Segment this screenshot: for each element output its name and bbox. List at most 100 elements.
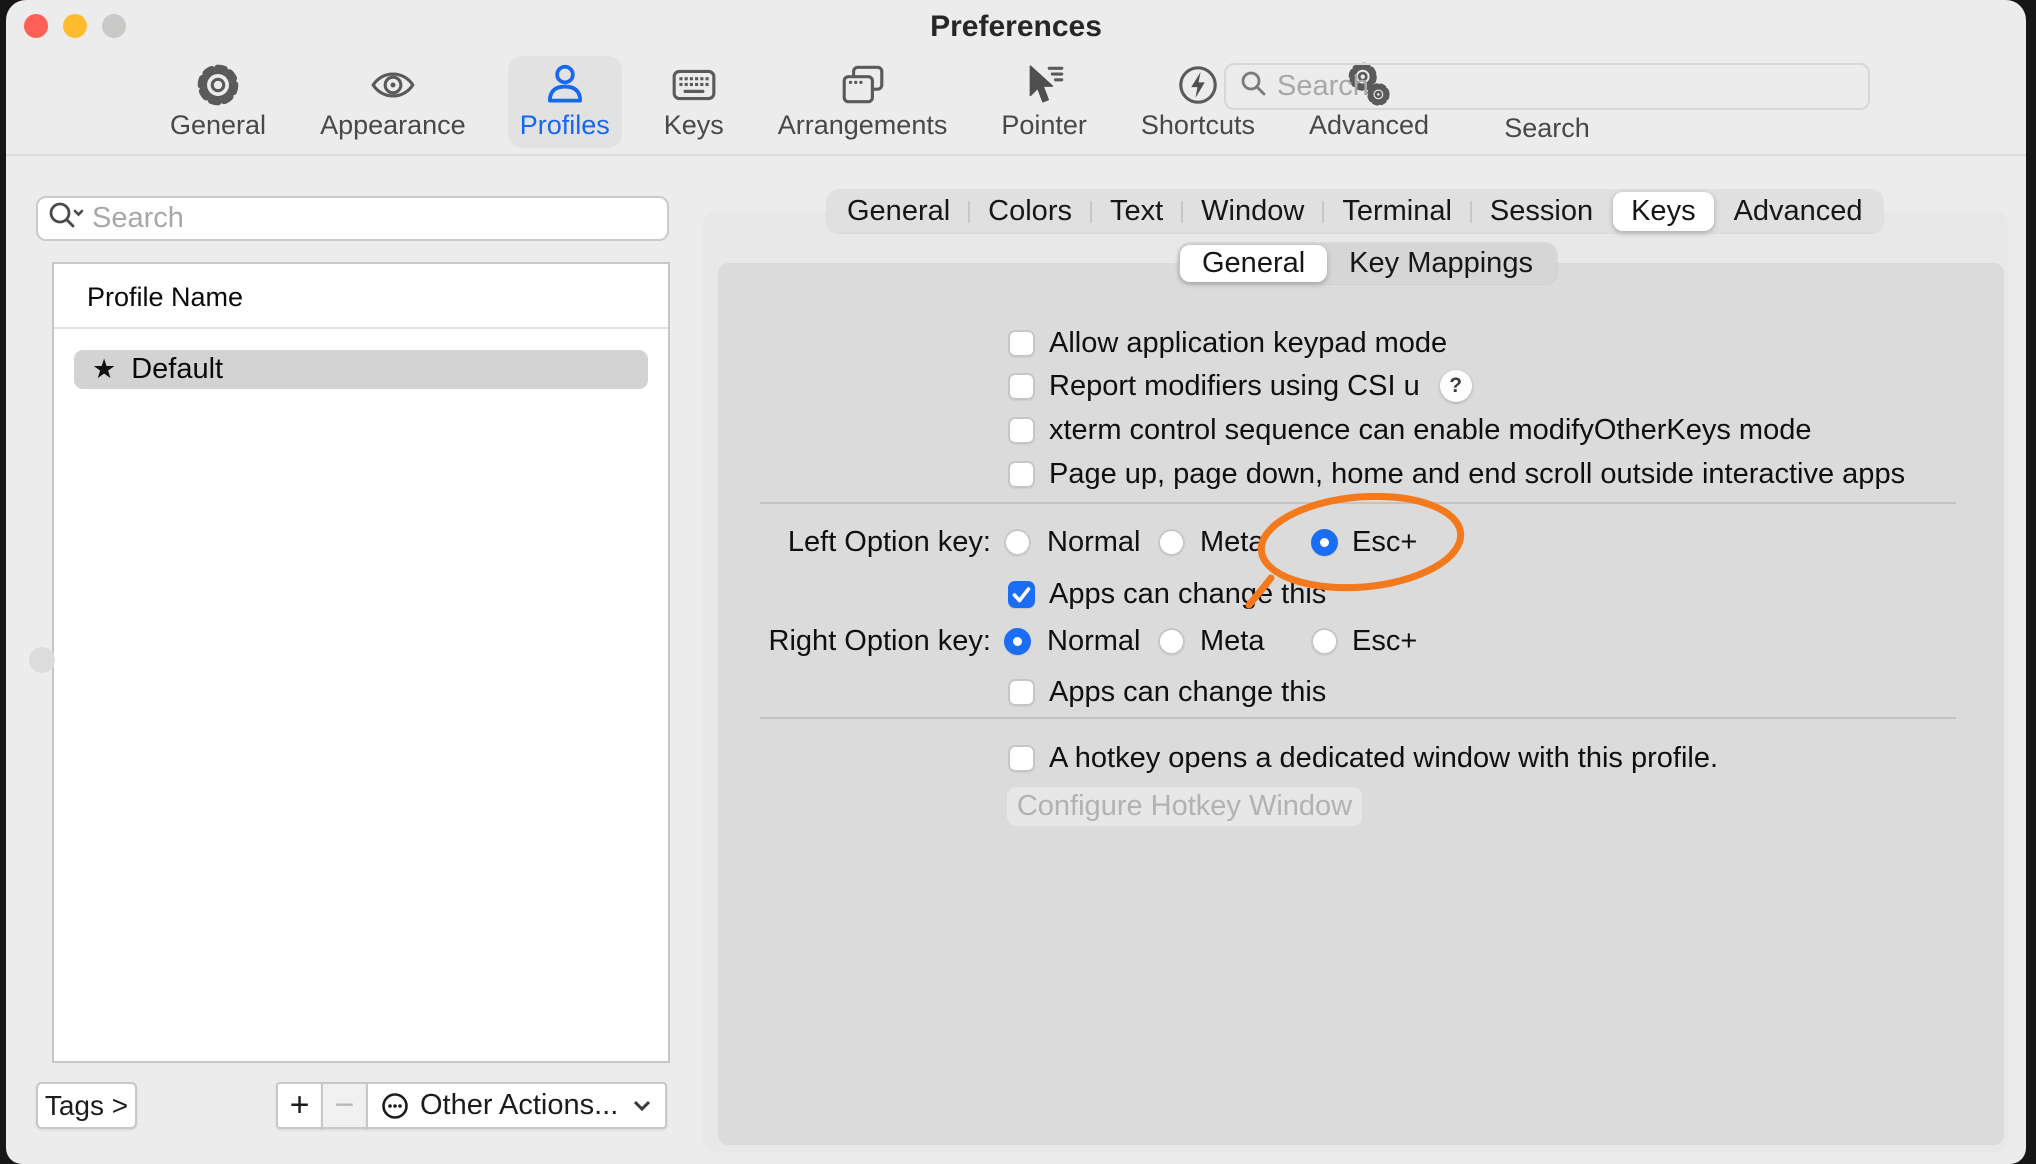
- checkbox-row: Apps can change this: [1008, 578, 1326, 610]
- tab-colors[interactable]: Colors: [970, 192, 1090, 231]
- radio-label: Esc+: [1352, 526, 1417, 558]
- eye-icon: [370, 61, 416, 109]
- profile-name: Default: [131, 353, 223, 386]
- toolbar-item-arrangements[interactable]: Arrangements: [766, 56, 960, 148]
- tab-keys[interactable]: Keys: [1613, 192, 1713, 231]
- radio-label: Normal: [1047, 625, 1140, 657]
- chevron-down-icon: [632, 1099, 652, 1112]
- configure-hotkey-window-button[interactable]: Configure Hotkey Window: [1006, 786, 1363, 827]
- checkbox-row: Page up, page down, home and end scroll …: [1008, 458, 1905, 490]
- toolbar: General Appearance: [6, 52, 2026, 156]
- close-button[interactable]: [24, 14, 48, 38]
- splitter-handle[interactable]: [29, 647, 55, 673]
- checkbox-label: Apps can change this: [1049, 578, 1326, 610]
- toolbar-item-pointer[interactable]: Pointer: [989, 56, 1099, 148]
- search-icon: [1239, 70, 1267, 103]
- allow-keypad-checkbox[interactable]: [1008, 330, 1035, 357]
- right-apps-change-checkbox[interactable]: [1008, 679, 1035, 706]
- profile-actions-group: + − Other Actions...: [276, 1082, 667, 1129]
- subtab-key-mappings[interactable]: Key Mappings: [1327, 245, 1555, 282]
- checkbox-label: Allow application keypad mode: [1049, 327, 1447, 359]
- profile-search-input[interactable]: [92, 202, 657, 235]
- checkbox-label: Apps can change this: [1049, 676, 1326, 708]
- titlebar: Preferences: [6, 0, 2026, 52]
- toolbar-search-group: Search: [1224, 63, 1870, 144]
- other-actions-label: Other Actions...: [420, 1089, 618, 1122]
- csi-u-checkbox[interactable]: [1008, 373, 1035, 400]
- other-actions-dropdown[interactable]: Other Actions...: [366, 1082, 667, 1129]
- toolbar-item-profiles[interactable]: Profiles: [508, 56, 622, 148]
- profile-list: Profile Name ★ Default: [52, 262, 670, 1063]
- window-title: Preferences: [6, 0, 2026, 44]
- bolt-circle-icon: [1175, 61, 1221, 109]
- checkbox-label: Report modifiers using CSI u: [1049, 370, 1420, 402]
- right-option-meta-radio[interactable]: [1158, 628, 1185, 655]
- right-option-label: Right Option key:: [690, 625, 991, 657]
- zoom-button[interactable]: [102, 14, 126, 38]
- traffic-lights: [24, 14, 126, 38]
- toolbar-search-label: Search: [1224, 113, 1870, 144]
- toolbar-item-label: Arrangements: [778, 110, 948, 141]
- person-icon: [542, 61, 588, 109]
- star-icon: ★: [92, 354, 116, 385]
- tab-advanced[interactable]: Advanced: [1716, 192, 1881, 231]
- left-apps-change-checkbox[interactable]: [1008, 581, 1035, 608]
- subtab-general[interactable]: General: [1180, 245, 1327, 282]
- cursor-icon: [1021, 61, 1067, 109]
- divider: [760, 502, 1956, 504]
- radio-label: Esc+: [1352, 625, 1417, 657]
- tags-button[interactable]: Tags >: [36, 1082, 137, 1129]
- radio-label: Normal: [1047, 526, 1140, 558]
- profile-list-header: Profile Name: [54, 264, 668, 329]
- minimize-button[interactable]: [63, 14, 87, 38]
- windows-stack-icon: [840, 61, 886, 109]
- checkbox-label: A hotkey opens a dedicated window with t…: [1049, 742, 1718, 774]
- profile-row-default[interactable]: ★ Default: [74, 350, 648, 389]
- checkbox-row: Allow application keypad mode: [1008, 327, 1447, 359]
- right-option-normal-radio[interactable]: [1004, 628, 1031, 655]
- gear-icon: [195, 61, 241, 109]
- left-option-normal-radio[interactable]: [1004, 529, 1031, 556]
- checkbox-label: Page up, page down, home and end scroll …: [1049, 458, 1905, 490]
- toolbar-item-label: Keys: [664, 110, 724, 141]
- checkbox-label: xterm control sequence can enable modify…: [1049, 414, 1811, 446]
- left-option-meta-radio[interactable]: [1158, 529, 1185, 556]
- circle-ellipsis-icon: [381, 1092, 409, 1120]
- toolbar-item-label: Pointer: [1001, 110, 1087, 141]
- toolbar-item-label: Profiles: [520, 110, 610, 141]
- toolbar-item-label: General: [170, 110, 266, 141]
- hotkey-window-checkbox[interactable]: [1008, 745, 1035, 772]
- search-scope-icon: [48, 201, 84, 236]
- preferences-window: Preferences General: [6, 0, 2026, 1164]
- checkbox-row: Apps can change this: [1008, 676, 1326, 708]
- left-option-label: Left Option key:: [690, 526, 991, 558]
- tab-window[interactable]: Window: [1183, 192, 1322, 231]
- left-option-esc-radio[interactable]: [1311, 529, 1338, 556]
- toolbar-item-keys[interactable]: Keys: [652, 56, 736, 148]
- tab-text[interactable]: Text: [1092, 192, 1181, 231]
- help-button[interactable]: ?: [1440, 370, 1472, 402]
- checkbox-row: A hotkey opens a dedicated window with t…: [1008, 742, 1718, 774]
- checkbox-row: Report modifiers using CSI u ?: [1008, 370, 1472, 402]
- tab-general[interactable]: General: [829, 192, 968, 231]
- remove-profile-button[interactable]: −: [321, 1082, 368, 1129]
- toolbar-item-general[interactable]: General: [158, 56, 278, 148]
- right-option-esc-radio[interactable]: [1311, 628, 1338, 655]
- profile-search-field[interactable]: [36, 196, 669, 241]
- radio-label: Meta: [1200, 625, 1264, 657]
- modify-other-keys-checkbox[interactable]: [1008, 417, 1035, 444]
- page-scroll-checkbox[interactable]: [1008, 461, 1035, 488]
- toolbar-search-input[interactable]: [1277, 70, 1855, 103]
- divider: [760, 717, 1956, 719]
- toolbar-item-appearance[interactable]: Appearance: [308, 56, 478, 148]
- checkbox-row: xterm control sequence can enable modify…: [1008, 414, 1811, 446]
- tab-session[interactable]: Session: [1472, 192, 1611, 231]
- profile-tab-bar: General Colors Text Window Terminal Sess…: [827, 190, 1883, 233]
- tab-terminal[interactable]: Terminal: [1324, 192, 1470, 231]
- keyboard-icon: [671, 61, 717, 109]
- keys-subtab-bar: General Key Mappings: [1178, 243, 1557, 284]
- add-profile-button[interactable]: +: [276, 1082, 323, 1129]
- toolbar-search-field[interactable]: [1224, 63, 1870, 110]
- toolbar-item-label: Appearance: [320, 110, 466, 141]
- radio-label: Meta: [1200, 526, 1264, 558]
